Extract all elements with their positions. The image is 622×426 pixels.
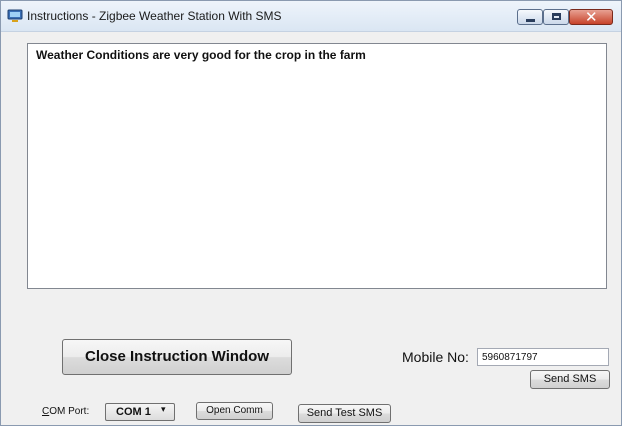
minimize-button[interactable]	[517, 9, 543, 25]
close-instruction-window-button[interactable]: Close Instruction Window	[62, 339, 292, 375]
chevron-down-icon: ▾	[161, 405, 166, 415]
window-title: Instructions - Zigbee Weather Station Wi…	[27, 9, 282, 23]
instruction-message: Weather Conditions are very good for the…	[36, 48, 366, 62]
open-comm-button[interactable]: Open Comm	[196, 402, 273, 420]
com-port-label: COM Port:	[42, 406, 89, 417]
minimize-icon	[526, 19, 535, 22]
close-icon: ✕	[585, 8, 598, 26]
com-port-label-rest: OM Port:	[49, 406, 90, 417]
app-icon	[7, 9, 23, 22]
maximize-icon	[552, 13, 561, 20]
com-port-selected-value: COM 1	[116, 406, 151, 418]
send-test-sms-button[interactable]: Send Test SMS	[298, 404, 391, 423]
title-bar[interactable]: Instructions - Zigbee Weather Station Wi…	[1, 1, 621, 32]
close-window-button[interactable]: ✕	[569, 8, 613, 26]
mobile-number-input[interactable]	[477, 348, 609, 366]
instructions-window: Instructions - Zigbee Weather Station Wi…	[0, 0, 622, 426]
com-port-select[interactable]: COM 1 ▾	[105, 403, 175, 421]
maximize-button[interactable]	[543, 9, 569, 25]
mobile-no-label: Mobile No:	[402, 349, 469, 365]
instructions-textbox[interactable]: Weather Conditions are very good for the…	[27, 43, 607, 289]
send-sms-button[interactable]: Send SMS	[530, 370, 610, 389]
